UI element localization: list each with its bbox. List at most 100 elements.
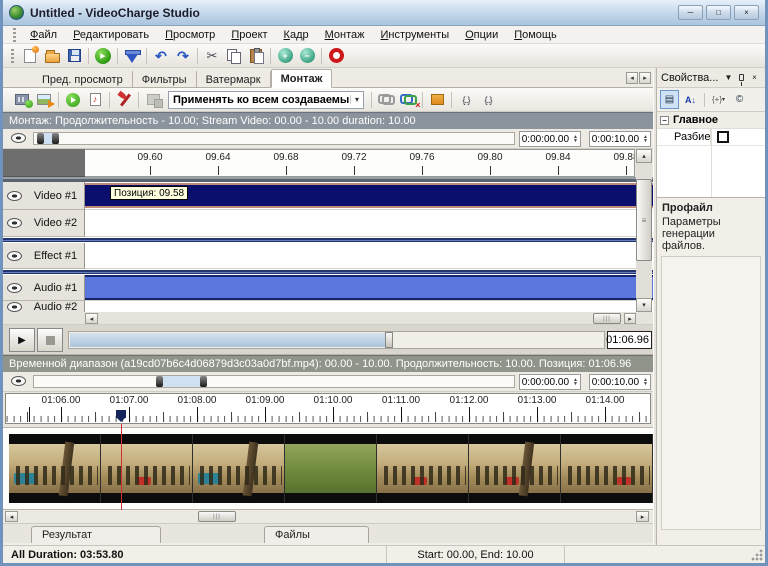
panel-menu-button[interactable]: ▼	[722, 71, 735, 84]
tracks-hscrollbar[interactable]: ◂ ||| ▸	[3, 312, 653, 325]
menubar-grip[interactable]	[13, 27, 16, 42]
zoom-out-button[interactable]: −	[296, 45, 318, 67]
track-content-video2[interactable]	[85, 210, 653, 237]
stop-button[interactable]	[325, 45, 347, 67]
eye-icon[interactable]	[7, 218, 22, 228]
categorized-view-button[interactable]: ▤	[660, 90, 679, 109]
link-button[interactable]	[375, 89, 397, 111]
track-content-audio1[interactable]	[85, 275, 653, 301]
pin-button[interactable]	[735, 71, 748, 86]
eye-icon[interactable]	[11, 133, 26, 143]
rename-button[interactable]	[426, 89, 448, 111]
menu-project[interactable]: Проект	[224, 28, 274, 42]
scroll-thumb[interactable]: |||	[593, 313, 621, 324]
bracket-out-button[interactable]: {..}	[477, 89, 499, 111]
tab-filters[interactable]: Фильтры	[133, 71, 197, 87]
eye-icon[interactable]	[7, 190, 22, 201]
add-effect-button[interactable]	[62, 89, 84, 111]
scroll-right-button[interactable]: ▸	[624, 313, 636, 324]
new-project-button[interactable]	[19, 45, 41, 67]
slider-handle-right[interactable]	[200, 376, 207, 387]
time-ruler-scale[interactable]: 01:06.00 01:07.00 01:08.00 01:09.00 01:1…	[5, 393, 651, 424]
eye-icon[interactable]	[7, 282, 22, 293]
undo-button[interactable]: ↶	[150, 45, 172, 67]
play-button[interactable]: ▶	[9, 328, 35, 352]
track-row[interactable]: Video #1 Позиция: 09.58	[3, 182, 653, 210]
track-header-video2[interactable]: Video #2	[3, 210, 85, 237]
menu-montage[interactable]: Монтаж	[318, 28, 372, 42]
add-image-button[interactable]	[33, 89, 55, 111]
tab-scroll-left[interactable]: ◂	[626, 72, 638, 84]
track-header-video1[interactable]: Video #1	[3, 182, 85, 210]
spinner-arrows-icon[interactable]: ▲ ▼	[571, 135, 580, 144]
montage-ruler[interactable]: 09.60 09.64 09.68 09.72 09.76 09.80 09.8…	[3, 149, 653, 177]
time-ruler[interactable]: 01:06.00 01:07.00 01:08.00 01:09.00 01:1…	[3, 392, 653, 427]
slider-handle-left[interactable]	[156, 376, 163, 387]
tab-files[interactable]: Файлы	[264, 526, 369, 543]
property-category[interactable]: − Главное	[657, 112, 765, 129]
range-start-spinner[interactable]: 0:00:00.00 ▲ ▼	[519, 374, 581, 390]
tab-watermark[interactable]: Ватермарк	[197, 71, 271, 87]
minimize-button[interactable]: ─	[678, 5, 703, 20]
montage-start-spinner[interactable]: 0:00:00.00 ▲ ▼	[519, 131, 581, 147]
slider-handle-right[interactable]	[52, 133, 59, 144]
split-checkbox[interactable]	[717, 131, 729, 143]
scroll-thumb[interactable]: ≡	[636, 179, 652, 261]
montage-zoom-slider[interactable]	[33, 132, 515, 145]
audio-clip[interactable]	[85, 275, 653, 300]
track-row[interactable]: Audio #1	[3, 275, 653, 301]
add-audio-button[interactable]: ♪	[84, 89, 106, 111]
track-header-audio1[interactable]: Audio #1	[3, 275, 85, 301]
resize-grip[interactable]	[751, 549, 763, 561]
apply-mode-dropdown[interactable]: Применять ко всем создаваемым фа ▾	[168, 90, 364, 109]
scroll-left-button[interactable]: ◂	[85, 313, 98, 324]
zoom-in-button[interactable]: +	[274, 45, 296, 67]
bracket-in-button[interactable]: {..}	[455, 89, 477, 111]
collapse-icon[interactable]: −	[660, 115, 669, 125]
scroll-up-button[interactable]: ▴	[636, 149, 652, 163]
spinner-arrows-icon[interactable]: ▲ ▼	[641, 135, 650, 144]
track-content-effect1[interactable]	[85, 243, 653, 269]
maximize-button[interactable]: □	[706, 5, 731, 20]
redo-button[interactable]: ↷	[172, 45, 194, 67]
range-end-spinner[interactable]: 0:00:10.00 ▲ ▼	[589, 374, 651, 390]
playhead-marker[interactable]	[116, 410, 126, 422]
slider-handle-left[interactable]	[37, 133, 44, 144]
cut-button[interactable]: ✂	[201, 45, 223, 67]
property-pages-button[interactable]: {+} ▾	[709, 90, 728, 109]
track-row[interactable]: Video #2	[3, 210, 653, 237]
tab-montage[interactable]: Монтаж	[270, 69, 333, 88]
close-button[interactable]: ×	[734, 5, 759, 20]
unlink-button[interactable]: ×	[397, 89, 421, 111]
spinner-arrows-icon[interactable]: ▲ ▼	[571, 378, 580, 387]
preview-button[interactable]: ▶	[92, 45, 114, 67]
scroll-down-button[interactable]: ▾	[636, 298, 652, 312]
progress-thumb[interactable]	[384, 332, 393, 348]
toolbar-grip[interactable]	[11, 48, 14, 63]
delete-tool-button[interactable]	[113, 89, 135, 111]
filmstrip-scrollbar[interactable]: ◂ ||| ▸	[3, 510, 653, 524]
spinner-arrows-icon[interactable]: ▲ ▼	[641, 378, 650, 387]
track-row[interactable]: Audio #2	[3, 301, 653, 312]
alphabetical-sort-button[interactable]: А↓	[681, 90, 700, 109]
track-row[interactable]: Effect #1	[3, 243, 653, 269]
playback-progress[interactable]	[68, 331, 605, 349]
stop-playback-button[interactable]	[37, 328, 63, 352]
range-zoom-slider[interactable]	[33, 375, 515, 388]
paste-button[interactable]	[245, 45, 267, 67]
tab-scroll-right[interactable]: ▸	[639, 72, 651, 84]
track-content-video1[interactable]: Позиция: 09.58	[85, 182, 653, 210]
montage-end-spinner[interactable]: 0:00:10.00 ▲ ▼	[589, 131, 651, 147]
open-button[interactable]	[41, 45, 63, 67]
scroll-thumb[interactable]: |||	[198, 511, 236, 522]
track-header-effect1[interactable]: Effect #1	[3, 243, 85, 269]
eye-icon[interactable]	[11, 376, 26, 386]
menu-view[interactable]: Просмотр	[158, 28, 222, 42]
menu-edit[interactable]: Редактировать	[66, 28, 156, 42]
panel-close-button[interactable]: ×	[748, 71, 761, 84]
tab-preview[interactable]: Пред. просмотр	[33, 71, 133, 87]
menu-tools[interactable]: Инструменты	[374, 28, 457, 42]
menu-options[interactable]: Опции	[458, 28, 505, 42]
copy-button[interactable]	[223, 45, 245, 67]
track-content-audio2[interactable]	[85, 301, 653, 312]
